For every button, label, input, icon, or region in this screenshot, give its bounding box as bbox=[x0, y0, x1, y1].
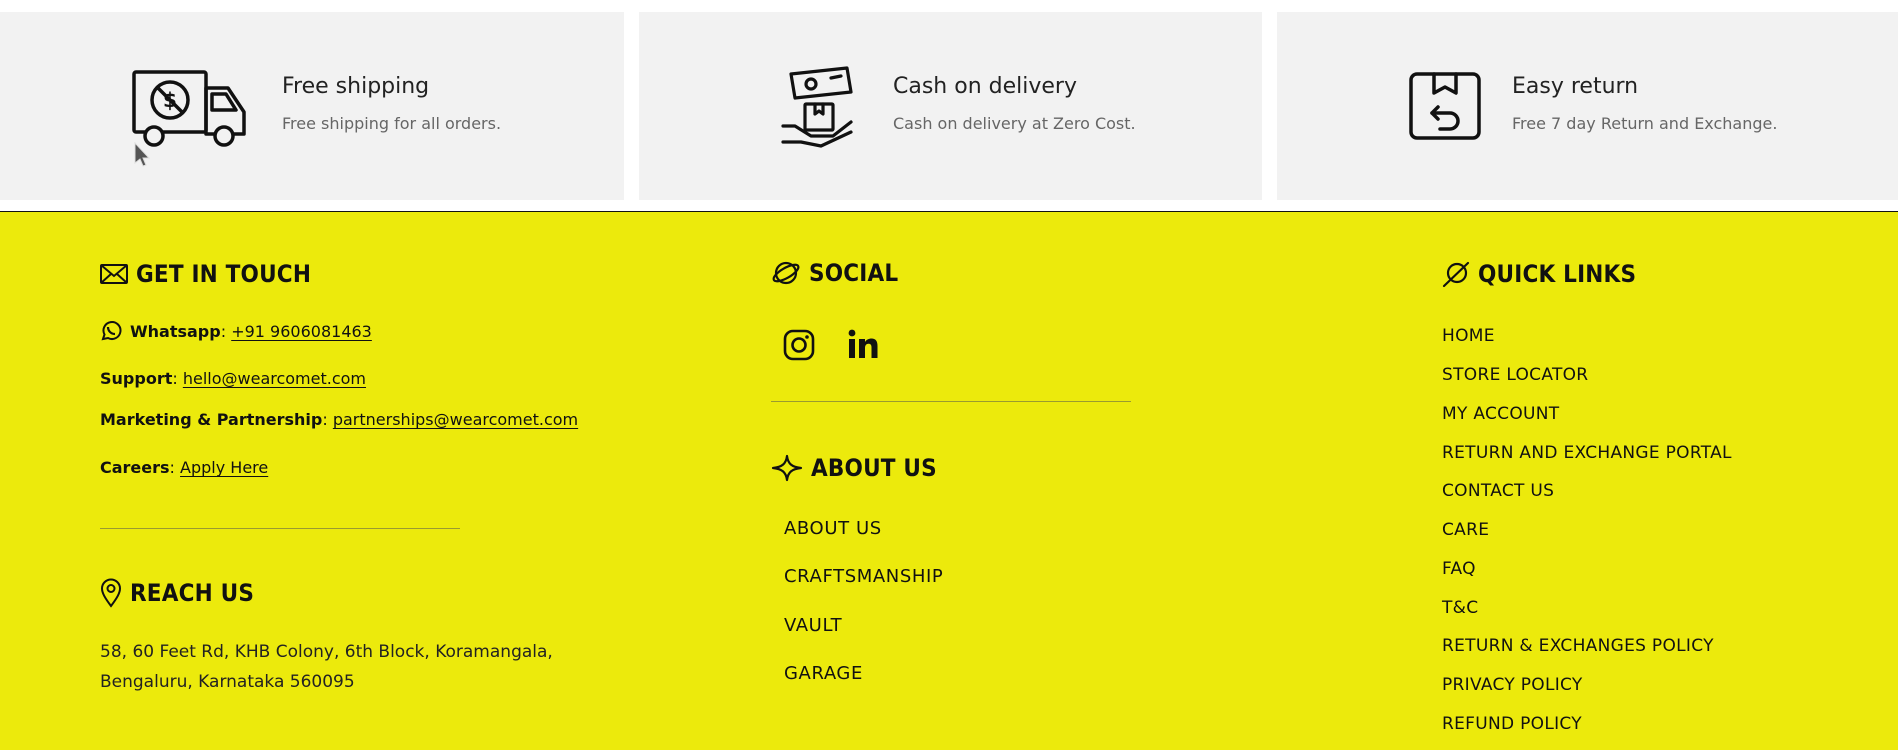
address: 58, 60 Feet Rd, KHB Colony, 6th Block, K… bbox=[100, 637, 553, 697]
feature-title: Cash on delivery bbox=[893, 74, 1077, 99]
quick-link-care[interactable]: CARE bbox=[1442, 520, 1489, 540]
mouse-cursor-icon bbox=[134, 142, 150, 167]
feature-card-free-shipping: $ Free shipping Free shipping for all or… bbox=[0, 12, 624, 200]
quick-link-faq[interactable]: FAQ bbox=[1442, 559, 1476, 579]
planet-icon bbox=[772, 261, 800, 285]
separator: : bbox=[220, 321, 227, 341]
envelope-icon bbox=[100, 264, 128, 284]
delivery-truck-icon: $ bbox=[132, 70, 246, 147]
support-label: Support bbox=[100, 369, 173, 388]
social-title: SOCIAL bbox=[809, 259, 899, 287]
cash-in-hand-icon bbox=[781, 66, 853, 148]
quick-link-store-locator[interactable]: STORE LOCATOR bbox=[1442, 365, 1588, 385]
leaf-link-icon bbox=[1442, 261, 1470, 288]
apply-here-link[interactable]: Apply Here bbox=[180, 458, 268, 477]
address-line-1: 58, 60 Feet Rd, KHB Colony, 6th Block, K… bbox=[100, 642, 553, 662]
quick-link-contact-us[interactable]: CONTACT US bbox=[1442, 481, 1554, 501]
social-heading: SOCIAL bbox=[771, 258, 908, 288]
quick-link-return-exchanges-policy[interactable]: RETURN & EXCHANGES POLICY bbox=[1442, 636, 1714, 656]
quick-link-my-account[interactable]: MY ACCOUNT bbox=[1442, 404, 1559, 424]
about-link-about-us[interactable]: ABOUT US bbox=[784, 518, 882, 539]
separator: : bbox=[172, 369, 178, 388]
quick-links-title: QUICK LINKS bbox=[1478, 260, 1637, 288]
support-email-link[interactable]: hello@wearcomet.com bbox=[183, 369, 366, 388]
svg-text:$: $ bbox=[163, 88, 177, 112]
quick-link-terms[interactable]: T&C bbox=[1442, 598, 1478, 618]
marketing-email-link[interactable]: partnerships@wearcomet.com bbox=[333, 410, 578, 429]
instagram-icon[interactable] bbox=[783, 329, 815, 361]
features-strip: $ Free shipping Free shipping for all or… bbox=[0, 0, 1898, 210]
careers-row: Careers: Apply Here bbox=[100, 458, 268, 477]
column-divider bbox=[771, 401, 1131, 402]
column-divider bbox=[100, 528, 460, 529]
whatsapp-icon bbox=[101, 321, 122, 341]
reach-us-title: REACH US bbox=[130, 579, 255, 607]
feature-title: Easy return bbox=[1512, 74, 1639, 99]
location-pin-icon bbox=[100, 578, 122, 608]
address-line-2: Bengaluru, Karnataka 560095 bbox=[100, 672, 355, 692]
feature-description: Cash on delivery at Zero Cost. bbox=[893, 114, 1136, 133]
quick-link-return-exchange-portal[interactable]: RETURN AND EXCHANGE PORTAL bbox=[1442, 443, 1732, 463]
reach-us-heading: REACH US bbox=[100, 578, 268, 608]
marketing-row: Marketing & Partnership: partnerships@we… bbox=[100, 410, 578, 429]
separator: : bbox=[169, 458, 175, 477]
feature-description: Free shipping for all orders. bbox=[282, 114, 502, 133]
quick-link-refund-policy[interactable]: REFUND POLICY bbox=[1442, 714, 1582, 734]
whatsapp-number-link[interactable]: +91 9606081463 bbox=[231, 322, 372, 341]
careers-label: Careers bbox=[100, 458, 170, 477]
marketing-label: Marketing & Partnership bbox=[100, 410, 323, 429]
about-us-heading: ABOUT US bbox=[771, 454, 951, 482]
feature-card-easy-return: Easy return Free 7 day Return and Exchan… bbox=[1277, 12, 1898, 200]
separator: : bbox=[322, 410, 328, 429]
support-row: Support: hello@wearcomet.com bbox=[100, 369, 366, 388]
footer: GET IN TOUCH Whatsapp: +91 9606081463 Su… bbox=[0, 212, 1898, 750]
feature-card-cash-on-delivery: Cash on delivery Cash on delivery at Zer… bbox=[639, 12, 1262, 200]
linkedin-icon[interactable] bbox=[848, 329, 878, 359]
feature-title: Free shipping bbox=[282, 74, 430, 99]
quick-links-heading: QUICK LINKS bbox=[1442, 260, 1654, 288]
about-link-vault[interactable]: VAULT bbox=[784, 615, 842, 636]
about-us-title: ABOUT US bbox=[811, 454, 937, 482]
get-in-touch-title: GET IN TOUCH bbox=[136, 260, 312, 288]
feature-description: Free 7 day Return and Exchange. bbox=[1512, 114, 1778, 133]
sparkle-icon bbox=[771, 454, 803, 482]
get-in-touch-heading: GET IN TOUCH bbox=[100, 260, 331, 288]
whatsapp-label: Whatsapp bbox=[130, 321, 221, 341]
quick-link-home[interactable]: HOME bbox=[1442, 326, 1495, 346]
about-link-craftsmanship[interactable]: CRAFTSMANSHIP bbox=[784, 566, 943, 587]
about-link-garage[interactable]: GARAGE bbox=[784, 663, 863, 684]
whatsapp-row: Whatsapp: +91 9606081463 bbox=[100, 320, 372, 342]
quick-link-privacy-policy[interactable]: PRIVACY POLICY bbox=[1442, 675, 1583, 695]
return-box-icon bbox=[1409, 72, 1481, 140]
